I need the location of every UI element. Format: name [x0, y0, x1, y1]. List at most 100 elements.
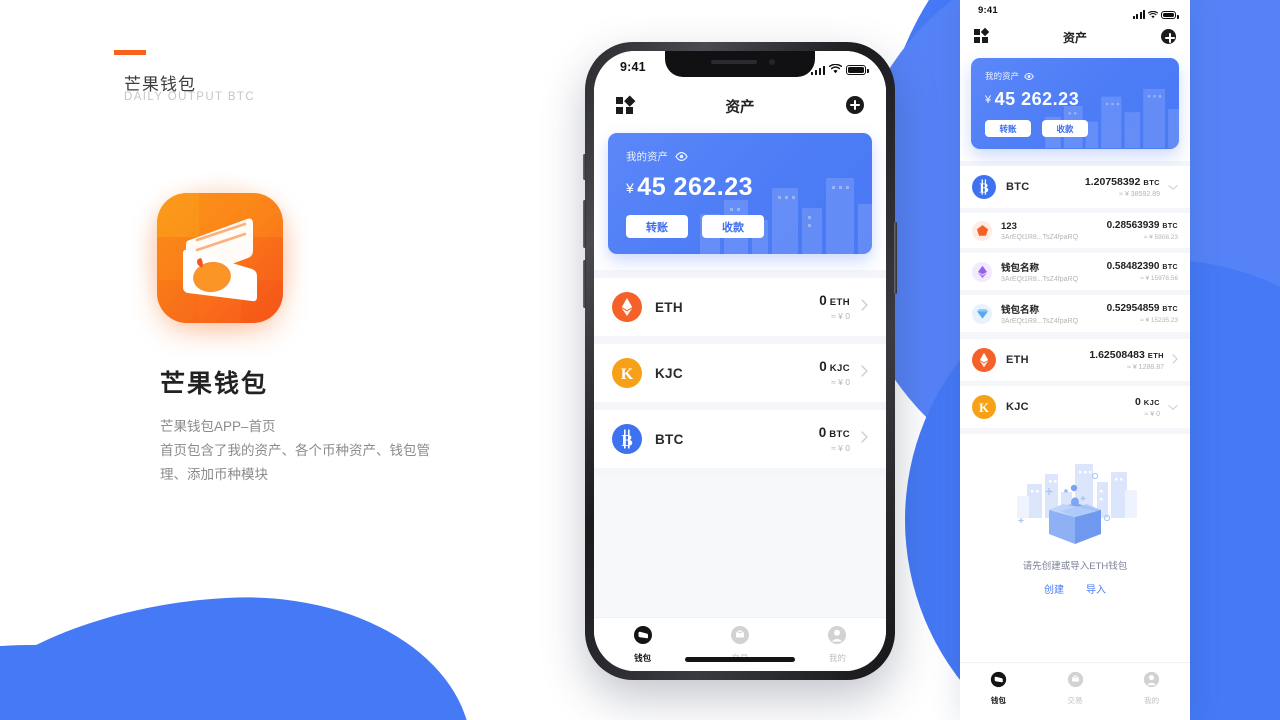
list-separator — [594, 336, 886, 344]
coin-balance: 1.62508483 ETH ≈ ¥ 1288.87 — [1089, 349, 1164, 371]
chevron-right-icon[interactable] — [861, 430, 868, 448]
my-assets-amount: ¥45 262.23 — [626, 173, 856, 202]
coin-row-kjc[interactable]: K KJC 0 KJC ≈ ¥ 0 — [594, 344, 886, 402]
coin-amount: 0 — [1134, 396, 1141, 408]
chevron-down-icon[interactable] — [1168, 398, 1178, 416]
chevron-right-icon[interactable] — [861, 298, 868, 316]
status-bar-time: 9:41 — [978, 5, 998, 16]
coin-list-phone: ETH 0 ETH ≈ ¥ 0 K KJC 0 KJC ≈ ¥ 0 B BTC … — [594, 270, 886, 476]
eye-icon[interactable] — [675, 152, 688, 161]
person-icon — [1144, 671, 1160, 688]
coin-balance: 0 KJC ≈ ¥ 0 — [1135, 396, 1160, 418]
description-line-1: 芒果钱包APP–首页 — [160, 419, 276, 434]
my-assets-card[interactable]: 我的资产 ¥45 262.23 转账 收款 — [608, 133, 872, 254]
bottom-tab-bar: 钱包 交易 我的 — [960, 662, 1190, 720]
app-screen-panel: 9:41 资产 我的资产 ¥ 45 262.23 转账 收款 B BTC 1.2… — [960, 0, 1190, 720]
wallet-balance: 0.58482390 BTC ≈ ¥ 15978.56 — [1107, 261, 1178, 282]
chevron-right-icon[interactable] — [861, 364, 868, 382]
svg-text:B: B — [979, 181, 988, 196]
coin-symbol: KJC — [655, 365, 683, 381]
tab-profile[interactable]: 我的 — [789, 625, 886, 671]
wallet-amount: 0.58482390 — [1106, 261, 1160, 272]
kjc-coin-icon: K — [612, 358, 642, 388]
tab-label: 我的 — [1144, 696, 1160, 705]
amount-value: 45 262.23 — [994, 89, 1080, 109]
tab-profile[interactable]: 我的 — [1113, 671, 1190, 720]
phone-power-button — [894, 222, 897, 294]
wallet-row[interactable]: 123 3ArEQt1R8...TsZ4fpaRQ 0.28563939 BTC … — [960, 213, 1190, 248]
receive-button[interactable]: 收款 — [1042, 120, 1088, 137]
mango-wallet-app-icon — [157, 193, 283, 323]
my-assets-label: 我的资产 — [626, 151, 668, 163]
kjc-coin-icon: K — [972, 395, 996, 419]
coin-balance: 0 BTC ≈ ¥ 0 — [819, 425, 850, 453]
phone-screen-area: 9:41 资产 我的资产 ¥ 45 262.23 转账 收款 ETH 0 ETH… — [594, 51, 886, 671]
coin-fiat-value: ≈ ¥ 0 — [831, 377, 850, 387]
tab-label: 我的 — [828, 653, 846, 663]
empty-state: 请先创建或导入ETH钱包 创建 导入 — [960, 434, 1190, 608]
wallet-amount: 0.52954859 — [1106, 303, 1160, 314]
wallet-row[interactable]: 钱包名称 3ArEQt1R8...TsZ4fpaRQ 0.52954859 BTC… — [960, 295, 1190, 332]
receive-button[interactable]: 收款 — [702, 215, 764, 238]
transfer-button[interactable]: 转账 — [626, 215, 688, 238]
asset-card-section: 我的资产 ¥45 262.23 转账 收款 — [960, 52, 1190, 161]
coin-unit: BTC — [1143, 178, 1160, 187]
plus-circle-icon[interactable] — [846, 96, 864, 114]
home-indicator — [685, 657, 795, 662]
wallet-unit: BTC — [1162, 264, 1178, 271]
coin-row-btc[interactable]: B BTC 1.20758392 BTC ≈ ¥ 38592.89 — [960, 166, 1190, 208]
coin-balance: 0 ETH ≈ ¥ 0 — [819, 293, 850, 321]
tab-wallet[interactable]: 钱包 — [960, 671, 1037, 720]
wallet-unit: BTC — [1162, 306, 1178, 313]
my-assets-card[interactable]: 我的资产 ¥45 262.23 转账 收款 — [971, 58, 1179, 149]
wallet-info: 123 3ArEQt1R8...TsZ4fpaRQ — [1001, 221, 1107, 241]
coin-symbol: BTC — [655, 431, 684, 447]
coin-fiat-value: ≈ ¥ 0 — [1144, 411, 1160, 418]
tab-wallet[interactable]: 钱包 — [594, 625, 691, 671]
app-icon-container — [139, 175, 301, 341]
coin-row-eth[interactable]: ETH 1.62508483 ETH ≈ ¥ 1288.87 — [960, 339, 1190, 381]
coin-row-eth[interactable]: ETH 0 ETH ≈ ¥ 0 — [594, 278, 886, 336]
open-box-city-illustration — [1017, 464, 1137, 544]
coin-row-btc[interactable]: B BTC 0 BTC ≈ ¥ 0 — [594, 410, 886, 468]
coin-amount: 1.62508483 — [1089, 349, 1145, 361]
person-icon — [828, 626, 847, 644]
btc-coin-icon: B — [972, 175, 996, 199]
tab-exchange[interactable]: 交易 — [691, 625, 788, 671]
wallet-name: 钱包名称 — [1001, 263, 1040, 274]
plus-circle-icon[interactable] — [1161, 29, 1176, 44]
wallet-row[interactable]: 钱包名称 3ArEQt1R8...TsZ4fpaRQ 0.58482390 BTC… — [960, 253, 1190, 290]
wallet-name: 123 — [1001, 220, 1017, 232]
page-description: 芒果钱包APP–首页 首页包含了我的资产、各个币种资产、钱包管 理、添加币种模块 — [160, 415, 490, 487]
coin-unit: KJC — [829, 363, 850, 374]
eye-icon[interactable] — [1024, 72, 1034, 80]
gem-wallet-icon — [972, 303, 992, 324]
coin-fiat-value: ≈ ¥ 0 — [831, 443, 850, 453]
coin-balance: 1.20758392 BTC ≈ ¥ 38592.89 — [1085, 176, 1160, 198]
my-assets-label: 我的资产 — [985, 71, 1020, 81]
coin-amount: 0 — [818, 425, 827, 440]
tab-exchange[interactable]: 交易 — [1037, 671, 1114, 720]
currency-symbol: ¥ — [626, 180, 635, 196]
coin-row-kjc[interactable]: K KJC 0 KJC ≈ ¥ 0 — [960, 386, 1190, 428]
svg-text:K: K — [979, 401, 989, 415]
signal-bars-icon — [1132, 9, 1145, 19]
bottom-tab-bar: 钱包 交易 我的 — [594, 617, 886, 671]
empty-state-text: 请先创建或导入ETH钱包 — [1022, 561, 1128, 572]
coin-symbol: ETH — [655, 299, 683, 315]
chevron-right-icon[interactable] — [1172, 351, 1178, 369]
create-wallet-link[interactable]: 创建 — [1044, 581, 1064, 596]
iphone-mockup: 9:41 资产 我的资产 ¥ 45 262.23 转账 收款 ETH 0 ETH… — [583, 42, 897, 680]
asset-card-section: 我的资产 ¥45 262.23 转账 收款 — [594, 125, 886, 270]
coin-amount: 0 — [819, 293, 827, 308]
import-wallet-link[interactable]: 导入 — [1086, 581, 1106, 596]
btc-coin-icon: B — [612, 424, 642, 454]
currency-symbol: ¥ — [985, 94, 992, 106]
battery-icon — [1161, 11, 1179, 19]
wallet-unit: BTC — [1162, 223, 1178, 230]
chevron-down-icon[interactable] — [1168, 178, 1178, 196]
nav-bar: 资产 — [960, 22, 1190, 52]
diamond-wallet-icon — [972, 261, 992, 282]
coin-balance: 0 KJC ≈ ¥ 0 — [819, 359, 850, 387]
transfer-button[interactable]: 转账 — [985, 120, 1031, 137]
